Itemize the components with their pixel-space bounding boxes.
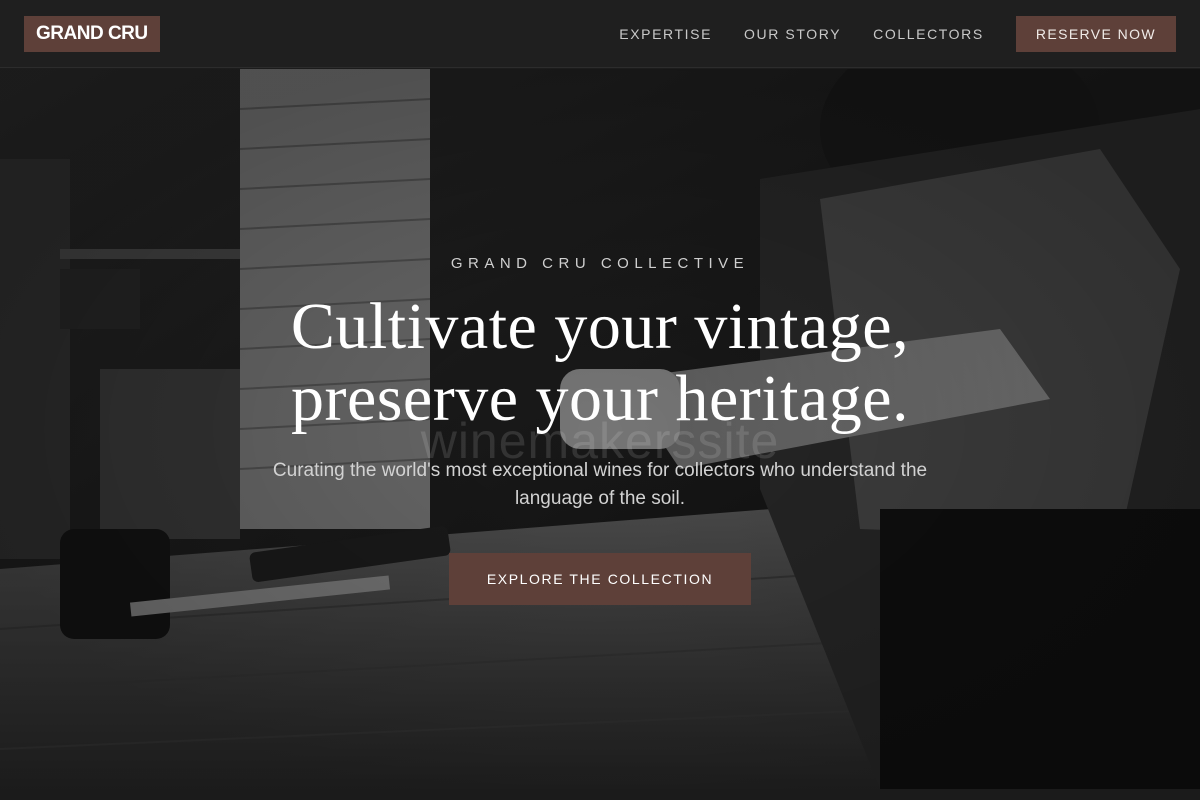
logo[interactable]: GRAND CRU	[24, 15, 160, 52]
hero-subline: Curating the world's most exceptional wi…	[272, 460, 928, 509]
hero-section: GRAND CRU COLLECTIVE Cultivate your vint…	[0, 69, 1200, 789]
hero-eyebrow: GRAND CRU COLLECTIVE	[450, 255, 750, 272]
site-header: GRAND CRU EXPERTISE OUR STORY COLLECTORS…	[0, 0, 1200, 68]
nav-link-collectors[interactable]: COLLECTORS	[873, 26, 984, 42]
explore-collection-button[interactable]: EXPLORE THE COLLECTION	[449, 553, 751, 605]
footer-strip	[0, 789, 1200, 800]
nav-link-our-story[interactable]: OUR STORY	[744, 26, 841, 42]
main-nav: EXPERTISE OUR STORY COLLECTORS RESERVE N…	[587, 15, 1176, 52]
hero-content: GRAND CRU COLLECTIVE Cultivate your vint…	[0, 69, 1200, 789]
nav-link-expertise[interactable]: EXPERTISE	[619, 26, 712, 42]
headline-line-1: Cultivate your vintage,	[290, 290, 910, 363]
reserve-now-button[interactable]: RESERVE NOW	[1015, 15, 1176, 52]
